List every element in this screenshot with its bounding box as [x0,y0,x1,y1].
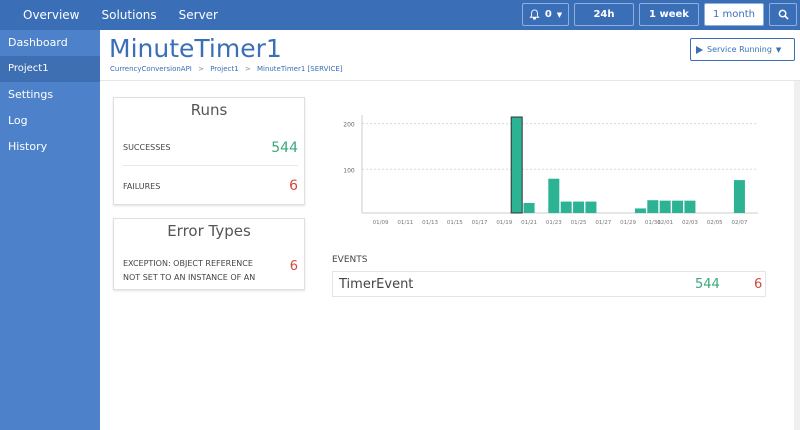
chart-bar [523,202,535,213]
events-heading: EVENTS [332,255,368,265]
chart-bar [560,201,572,213]
chart-bar [659,200,671,213]
sidebar-item-log[interactable]: Log [0,108,100,134]
y-tick-label: 200 [343,122,355,129]
event-row-timerevent[interactable]: TimerEvent 544 6 [332,271,766,297]
breadcrumb-item-service: MinuteTimer1 [SERVICE] [256,65,343,73]
range-1week-button[interactable]: 1 week [639,3,699,26]
top-navbar: Overview Solutions Server 0 ▼ 24h 1 week… [0,0,800,30]
notification-count: 0 [544,9,552,20]
x-tick-label: 01/09 [373,220,389,226]
nav-server[interactable]: Server [168,8,229,22]
x-tick-label: 02/03 [682,220,698,226]
failures-row: FAILURES 6 [123,168,298,204]
error-message: EXCEPTION: OBJECT REFERENCE NOT SET TO A… [123,259,256,282]
breadcrumb-separator: > [198,65,204,73]
y-tick-label: 100 [343,167,355,174]
sidebar-item-settings[interactable]: Settings [0,82,100,108]
event-name: TimerEvent [339,276,414,292]
breadcrumb-item-solution[interactable]: CurrencyConversionAPI [110,65,192,73]
x-tick-label: 02/01 [657,220,673,226]
chart-bar [585,201,597,213]
chart-bar [573,201,585,213]
bell-icon [529,9,540,20]
page-header: MinuteTimer1 CurrencyConversionAPI > Pro… [100,30,800,81]
search-button[interactable] [769,3,797,26]
range-24h-button[interactable]: 24h [574,3,634,26]
successes-row: SUCCESSES 544 [123,130,298,166]
notifications-button[interactable]: 0 ▼ [522,3,569,26]
chart-bar [647,200,659,213]
search-icon [778,9,789,20]
sidebar-item-project1[interactable]: Project1 [0,56,100,82]
play-icon [696,45,703,54]
service-status-button[interactable]: Service Running ▼ [690,38,795,61]
sidebar: Dashboard Project1 Settings Log History [0,30,100,430]
x-tick-label: 01/11 [397,220,413,226]
x-tick-label: 02/05 [707,220,723,226]
x-tick-label: 01/23 [546,220,562,226]
chart-bar [684,200,696,213]
event-failures: 6 [754,276,763,292]
service-status-label: Service Running [707,45,772,54]
breadcrumb-item-project[interactable]: Project1 [210,65,238,73]
breadcrumb-separator: > [244,65,251,73]
runs-card: Runs SUCCESSES 544 FAILURES 6 [113,97,305,205]
chevron-down-icon: ▼ [556,10,563,19]
error-count: 6 [289,259,298,274]
chart-bar [733,180,745,213]
failures-label: FAILURES [123,181,161,191]
nav-overview[interactable]: Overview [12,8,91,22]
chart-bar [548,178,560,213]
topbar-controls: 0 ▼ 24h 1 week 1 month [522,3,797,26]
x-tick-label: 02/07 [732,220,748,226]
x-tick-label: 01/13 [422,220,438,226]
chart-bar [672,200,684,213]
runs-bar-chart: 100 200 01/09 01/11 01/13 01/15 01/17 01/19 01/2… [343,115,758,226]
page-title: MinuteTimer1 [109,34,282,63]
x-tick-label: 01/29 [620,220,636,226]
successes-label: SUCCESSES [123,143,171,152]
error-types-title: Error Types [167,222,251,240]
x-tick-label: 01/27 [595,220,611,226]
nav-solutions[interactable]: Solutions [91,8,168,22]
successes-value: 544 [271,139,298,156]
error-types-card: Error Types EXCEPTION: OBJECT REFERENCE … [113,218,305,290]
x-tick-label: 01/21 [521,220,537,226]
runs-title: Runs [190,101,228,119]
breadcrumb: CurrencyConversionAPI > Project1 > Minut… [110,65,347,73]
x-tick-label: 01/15 [447,220,463,226]
x-tick-label: 01/19 [496,220,512,226]
chart-bar [510,116,523,214]
x-tick-label: 01/25 [571,220,587,226]
scrollbar[interactable] [794,81,800,430]
chart-bar [634,208,646,213]
x-tick-label: 01/17 [472,220,488,226]
sidebar-item-dashboard[interactable]: Dashboard [0,30,100,56]
main-content: MinuteTimer1 CurrencyConversionAPI > Pro… [100,30,800,430]
error-type-row[interactable]: EXCEPTION: OBJECT REFERENCE NOT SET TO A… [123,257,298,285]
sidebar-item-history[interactable]: History [0,134,100,160]
range-1month-button[interactable]: 1 month [704,3,764,26]
event-successes: 544 [695,276,720,292]
chevron-down-icon: ▼ [775,45,782,54]
failures-value[interactable]: 6 [289,178,298,194]
